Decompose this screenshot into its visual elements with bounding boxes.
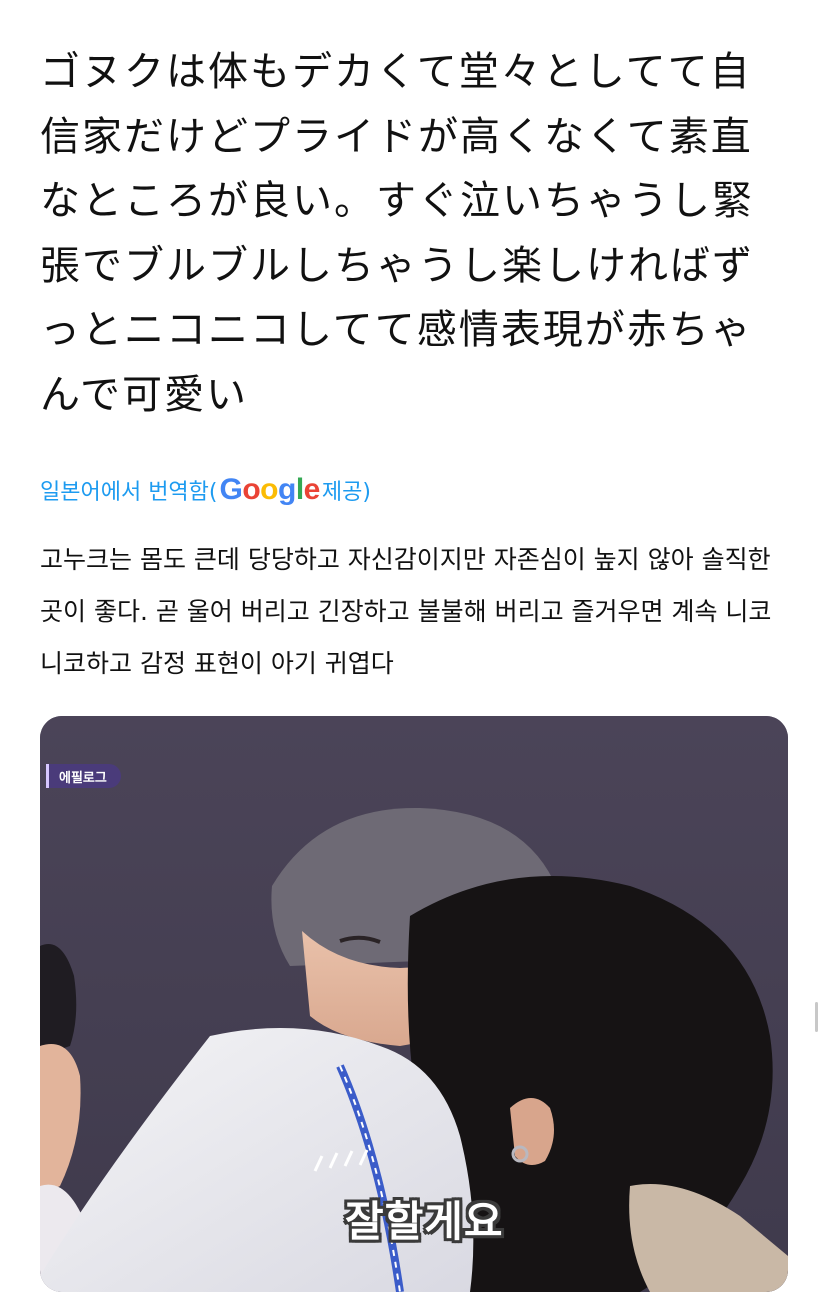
google-logo-letter: g — [278, 473, 296, 506]
google-logo-letter: l — [295, 473, 304, 506]
google-logo: Google — [219, 473, 321, 507]
translation-attribution[interactable]: 일본어에서 번역함( Google 제공) — [40, 470, 371, 510]
media-badge: 에필로그 — [46, 764, 121, 788]
tweet-media-image[interactable]: 에필로그 잘할게요 — [40, 716, 788, 1292]
google-logo-letter: o — [242, 473, 261, 506]
media-caption: 잘할게요 — [345, 1197, 504, 1246]
translation-attribution-suffix: 제공) — [321, 480, 371, 505]
scrollbar-track[interactable] — [812, 0, 818, 1034]
google-logo-letter: o — [260, 473, 278, 506]
google-logo-letter: e — [303, 473, 321, 506]
tweet-text: ゴヌクは体もデカくて堂々としてて自信家だけどプライドが高くなくて素直なところが良… — [40, 49, 754, 418]
translated-text: 고누크는 몸도 큰데 당당하고 자신감이지만 자존심이 높지 않아 솔직한 곳이… — [40, 545, 772, 678]
translation-attribution-prefix: 일본어에서 번역함( — [40, 480, 218, 505]
google-logo-letter: G — [219, 473, 243, 506]
